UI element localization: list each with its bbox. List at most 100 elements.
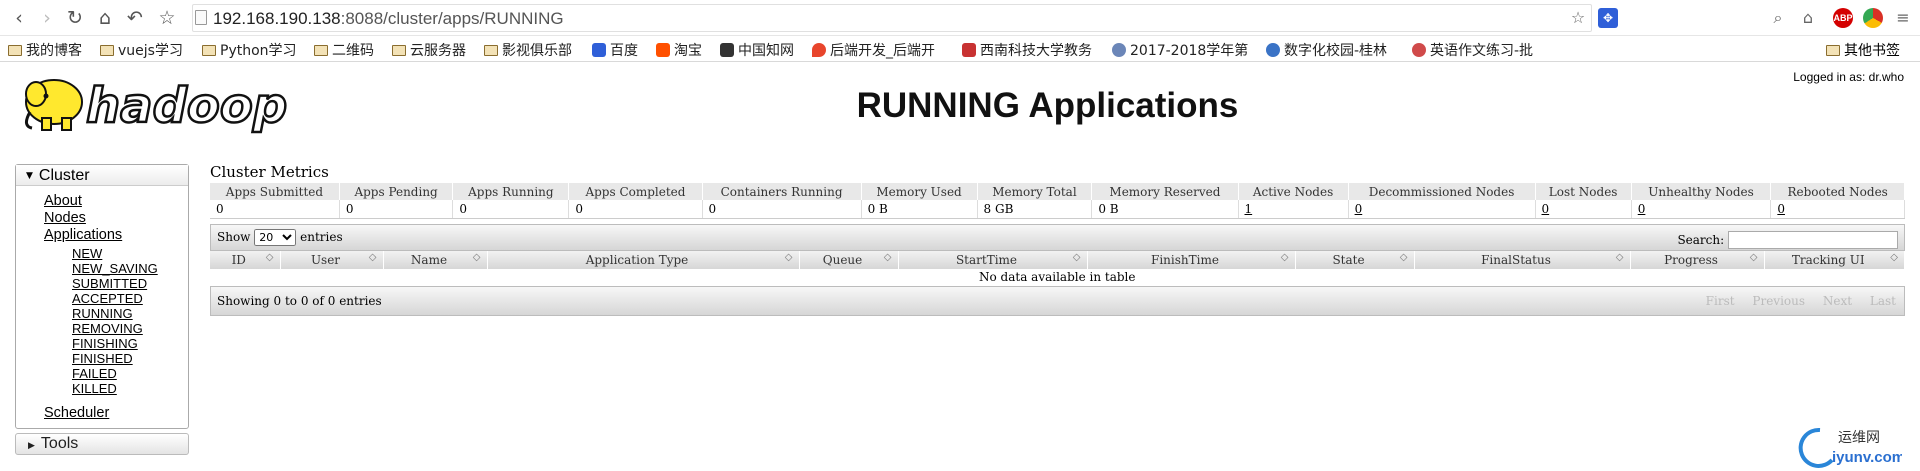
sidebar-state-killed[interactable]: KILLED bbox=[16, 381, 188, 396]
bookmark-item[interactable]: 云服务器 bbox=[392, 40, 466, 60]
bookmark-item[interactable]: 影视俱乐部 bbox=[484, 40, 572, 60]
pager-last[interactable]: Last bbox=[1870, 294, 1896, 308]
metric-header: Memory Used bbox=[861, 183, 978, 200]
sort-icon: ◇ bbox=[1890, 251, 1898, 263]
bookmark-item[interactable]: 数字化校园-桂林 bbox=[1266, 40, 1387, 60]
baidu-paw-icon[interactable]: ✥ bbox=[1598, 8, 1618, 28]
metric-header: Rebooted Nodes bbox=[1770, 183, 1905, 200]
baidu-icon bbox=[592, 43, 606, 57]
metric-header: Unhealthy Nodes bbox=[1631, 183, 1772, 200]
bookmark-item[interactable]: 西南科技大学教务 bbox=[962, 40, 1092, 60]
pager-next[interactable]: Next bbox=[1823, 294, 1852, 308]
home-icon[interactable]: ⌂ bbox=[94, 7, 116, 29]
other-bookmarks[interactable]: 其他书签 bbox=[1826, 40, 1900, 60]
bookmark-item[interactable]: 二维码 bbox=[314, 40, 374, 60]
sidebar-state-new[interactable]: NEW bbox=[16, 246, 188, 261]
forward-icon[interactable]: › bbox=[36, 7, 58, 29]
star-icon[interactable]: ☆ bbox=[156, 7, 178, 29]
metric-memory-reserved: 0 B bbox=[1091, 200, 1239, 219]
watermark-line1: 运维网 bbox=[1838, 430, 1880, 446]
sort-icon: ◇ bbox=[1615, 251, 1624, 263]
metric-containers-running: 0 bbox=[702, 200, 862, 219]
menu-icon[interactable]: ≡ bbox=[1893, 8, 1913, 28]
sidebar-link-scheduler[interactable]: Scheduler bbox=[16, 405, 188, 422]
sort-icon: ◇ bbox=[784, 251, 793, 263]
column-header-user[interactable]: User ◇ bbox=[280, 250, 384, 269]
applications-table: ID ◇ User ◇ Name ◇ Application Type ◇ Queue ◇… bbox=[210, 250, 1905, 286]
table-footer: Showing 0 to 0 of 0 entries First Previo… bbox=[210, 285, 1905, 316]
sidebar-state-running[interactable]: RUNNING bbox=[16, 306, 188, 321]
back-icon[interactable]: ‹ bbox=[8, 7, 30, 29]
sidebar-link-applications[interactable]: Applications bbox=[16, 227, 188, 244]
bookmark-item[interactable]: 2017-2018学年第 bbox=[1112, 40, 1248, 60]
logged-in-label: Logged in as: dr.who bbox=[1793, 70, 1904, 84]
column-header-tracking-ui[interactable]: Tracking UI ◇ bbox=[1764, 250, 1905, 269]
page-size-select[interactable]: 20 bbox=[254, 228, 297, 246]
triangle-down-icon: ▼ bbox=[26, 171, 33, 181]
cluster-header[interactable]: ▼ Cluster bbox=[16, 165, 188, 186]
metric-apps-running: 0 bbox=[452, 200, 570, 219]
watermark-logo: 运维网 iyunv.com bbox=[1798, 427, 1902, 468]
column-header-finishtime[interactable]: FinishTime ◇ bbox=[1087, 250, 1296, 269]
column-header-queue[interactable]: Queue ◇ bbox=[799, 250, 899, 269]
pager-previous[interactable]: Previous bbox=[1752, 294, 1805, 308]
sidebar-link-nodes[interactable]: Nodes bbox=[16, 210, 188, 227]
sidebar-state-failed[interactable]: FAILED bbox=[16, 366, 188, 381]
url-path: :8088/cluster/apps/RUNNING bbox=[340, 9, 564, 28]
sidebar-state-new-saving[interactable]: NEW_SAVING bbox=[16, 261, 188, 276]
metric-apps-pending: 0 bbox=[339, 200, 454, 219]
sidebar-state-accepted[interactable]: ACCEPTED bbox=[16, 291, 188, 306]
tools-panel[interactable]: ▶ Tools bbox=[15, 433, 189, 455]
sidebar-link-about[interactable]: About bbox=[16, 193, 188, 210]
page-title: RUNNING Applications bbox=[856, 86, 1239, 125]
sidebar-state-removing[interactable]: REMOVING bbox=[16, 321, 188, 336]
column-header-progress[interactable]: Progress ◇ bbox=[1630, 250, 1765, 269]
apps-header-row: ID ◇ User ◇ Name ◇ Application Type ◇ Queue ◇… bbox=[210, 250, 1905, 269]
bookmark-item[interactable]: 英语作文练习-批 bbox=[1412, 40, 1533, 60]
bookmark-item[interactable]: Python学习 bbox=[202, 40, 297, 60]
metric-header: Lost Nodes bbox=[1535, 183, 1632, 200]
pager-first[interactable]: First bbox=[1706, 294, 1735, 308]
bookmark-item[interactable]: vuejs学习 bbox=[100, 40, 183, 60]
sidebar-state-finished[interactable]: FINISHED bbox=[16, 351, 188, 366]
lost-nodes-link[interactable]: 0 bbox=[1542, 202, 1550, 216]
sidebar-state-submitted[interactable]: SUBMITTED bbox=[16, 276, 188, 291]
bookmark-item[interactable]: 后端开发_后端开 bbox=[812, 40, 935, 60]
bookmark-item[interactable]: 中国知网 bbox=[720, 40, 794, 60]
watermark-line2: iyunv.com bbox=[1832, 449, 1902, 466]
column-header-state[interactable]: State ◇ bbox=[1295, 250, 1415, 269]
folder-icon bbox=[202, 45, 216, 56]
sort-icon: ◇ bbox=[1749, 251, 1758, 263]
column-header-name[interactable]: Name ◇ bbox=[383, 250, 488, 269]
sort-icon: ◇ bbox=[368, 251, 377, 263]
decommissioned-nodes-link[interactable]: 0 bbox=[1355, 202, 1363, 216]
bookmark-star-icon[interactable]: ☆ bbox=[1568, 8, 1588, 28]
search-input[interactable] bbox=[1728, 231, 1898, 249]
entries-label: entries bbox=[300, 229, 343, 244]
reload-icon[interactable]: ↻ bbox=[64, 7, 86, 29]
column-header-id[interactable]: ID ◇ bbox=[210, 250, 281, 269]
unhealthy-nodes-link[interactable]: 0 bbox=[1638, 202, 1646, 216]
rebooted-nodes-link[interactable]: 0 bbox=[1777, 202, 1785, 216]
bookmark-item[interactable]: 淘宝 bbox=[656, 40, 702, 60]
bookmark-item[interactable]: 百度 bbox=[592, 40, 638, 60]
cnki-icon bbox=[720, 43, 734, 57]
bookmark-item[interactable]: 我的博客 bbox=[8, 40, 82, 60]
cluster-metrics-table: Apps Submitted Apps Pending Apps Running… bbox=[210, 183, 1905, 219]
column-header-application-type[interactable]: Application Type ◇ bbox=[487, 250, 800, 269]
folder-icon bbox=[100, 45, 114, 56]
column-header-starttime[interactable]: StartTime ◇ bbox=[898, 250, 1088, 269]
chrome-icon[interactable] bbox=[1863, 8, 1883, 28]
active-nodes-link[interactable]: 1 bbox=[1245, 202, 1253, 216]
address-bar: ‹ › ↻ ⌂ ↶ ☆ 192.168.190.138:8088/cluster… bbox=[0, 0, 1920, 36]
column-header-finalstatus[interactable]: FinalStatus ◇ bbox=[1414, 250, 1631, 269]
search-icon[interactable]: ⌕ bbox=[1768, 8, 1788, 28]
cluster-panel: ▼ Cluster About Nodes Applications NEW NE… bbox=[15, 164, 189, 429]
triangle-right-icon: ▶ bbox=[28, 441, 35, 451]
undo-icon[interactable]: ↶ bbox=[124, 7, 146, 29]
sidebar-state-finishing[interactable]: FINISHING bbox=[16, 336, 188, 351]
adblock-icon[interactable]: ABP bbox=[1833, 8, 1853, 28]
url-text[interactable]: 192.168.190.138:8088/cluster/apps/RUNNIN… bbox=[213, 9, 564, 29]
extension-icon[interactable]: ⌂ bbox=[1798, 8, 1818, 28]
table-info: Showing 0 to 0 of 0 entries bbox=[217, 293, 382, 308]
